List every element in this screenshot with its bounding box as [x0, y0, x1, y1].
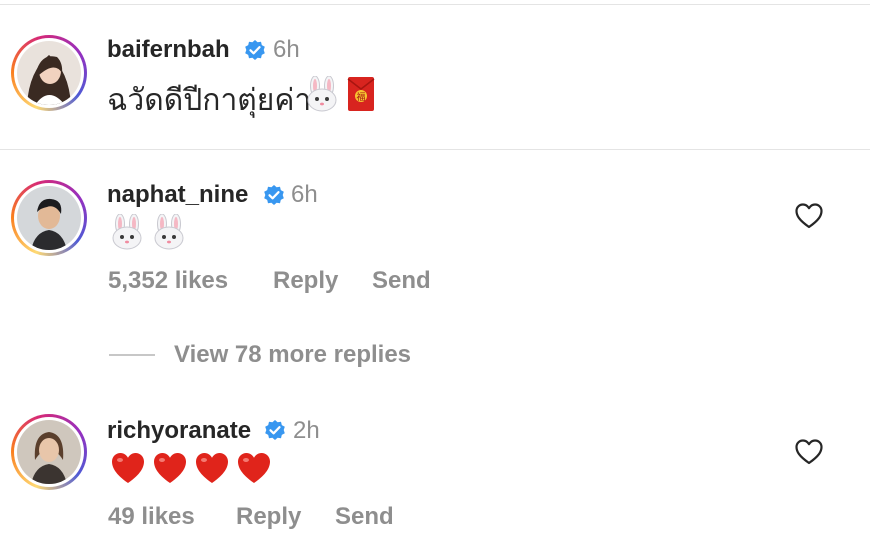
post-caption: ฉวัดดีปีกาตุ่ยค่า — [107, 83, 312, 118]
verified-badge-icon — [265, 420, 285, 440]
rabbit-face-icon — [154, 214, 184, 250]
verified-badge-icon — [245, 40, 265, 60]
view-more-replies-button[interactable]: View 78 more replies — [174, 341, 411, 369]
comment-emojis — [110, 214, 186, 250]
view-more-line — [109, 354, 155, 356]
red-heart-icon — [112, 453, 144, 483]
comment-username[interactable]: richyoranate — [107, 417, 251, 445]
avatar-baifernbah[interactable] — [11, 35, 87, 111]
reply-button[interactable]: Reply — [273, 267, 338, 295]
send-button[interactable]: Send — [335, 503, 394, 531]
caption-emojis: 福 — [305, 76, 375, 112]
avatar-naphat-nine[interactable] — [11, 180, 87, 256]
likes-count[interactable]: 5,352 likes — [108, 267, 228, 295]
rabbit-face-icon — [112, 214, 142, 250]
comment-time: 2h — [293, 417, 320, 444]
post-time: 6h — [273, 36, 300, 63]
reply-button[interactable]: Reply — [236, 503, 301, 531]
likes-count[interactable]: 49 likes — [108, 503, 195, 531]
avatar-richyoranate[interactable] — [11, 414, 87, 490]
send-button[interactable]: Send — [372, 267, 431, 295]
red-heart-icon — [196, 453, 228, 483]
verified-badge-icon — [264, 185, 284, 205]
heart-outline-icon[interactable] — [795, 439, 823, 465]
rabbit-face-icon — [307, 76, 337, 112]
svg-text:福: 福 — [356, 91, 365, 103]
red-envelope-icon: 福 — [347, 77, 375, 111]
top-divider — [0, 4, 870, 5]
post-username[interactable]: baifernbah — [107, 36, 230, 64]
comment-time: 6h — [291, 181, 318, 208]
caption-divider — [0, 149, 870, 150]
heart-outline-icon[interactable] — [795, 203, 823, 229]
red-heart-icon — [154, 453, 186, 483]
comment-username[interactable]: naphat_nine — [107, 181, 248, 209]
red-heart-icon — [238, 453, 270, 483]
comment-emojis — [110, 451, 272, 485]
